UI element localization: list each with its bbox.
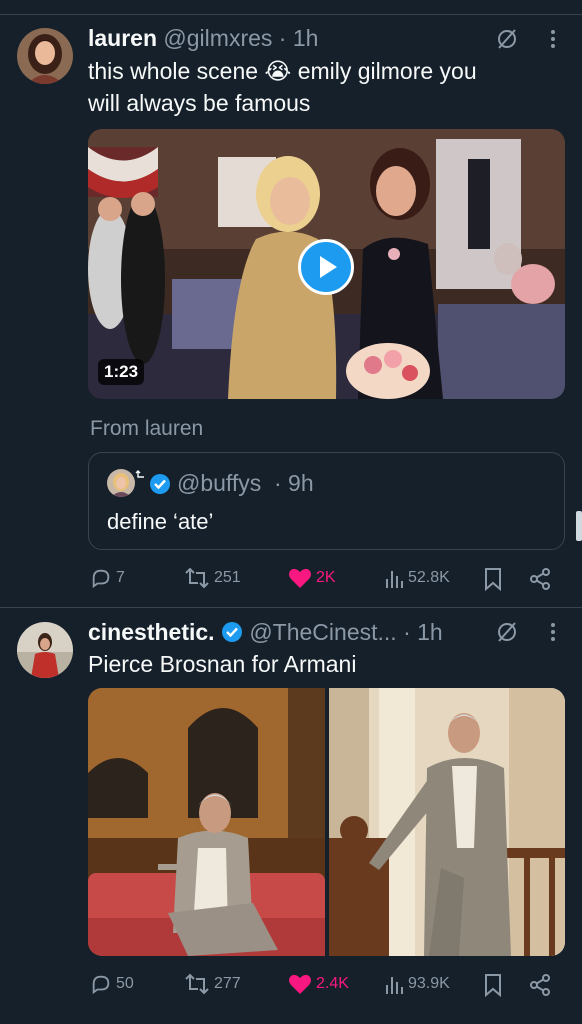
tweet-text-line2: will always be famous: [88, 90, 311, 116]
repost-badge-icon: [135, 465, 145, 483]
image-1[interactable]: [88, 688, 325, 956]
scrollbar-thumb[interactable]: [576, 511, 582, 541]
action-bar: 7 251 2K 52.8K: [88, 567, 558, 592]
avatar[interactable]: [17, 28, 73, 84]
author-name[interactable]: lauren: [88, 25, 157, 51]
reply-count: 7: [116, 569, 125, 586]
verified-icon: [149, 473, 171, 500]
tweet-text-line1: this whole scene 😭 emily gilmore you: [88, 58, 477, 84]
grok-icon[interactable]: [495, 620, 519, 649]
author-handle[interactable]: @TheCinest...: [249, 619, 396, 645]
share-icon[interactable]: [528, 567, 552, 596]
avatar[interactable]: [17, 622, 73, 678]
views-icon: [386, 571, 403, 588]
retweet-button[interactable]: 277: [184, 973, 241, 995]
author-name[interactable]: cinesthetic.: [88, 619, 215, 645]
retweet-icon: [185, 973, 209, 995]
verified-icon: [221, 621, 243, 649]
tweet-text: this whole scene 😭 emily gilmore you wil…: [88, 55, 477, 119]
share-icon[interactable]: [528, 973, 552, 1002]
like-button[interactable]: 2K: [288, 567, 336, 589]
heart-icon: [289, 568, 311, 588]
author-handle[interactable]: @gilmxres: [163, 25, 272, 51]
bookmark-icon[interactable]: [483, 973, 503, 1002]
action-bar: 50 277 2.4K 93.9K: [88, 973, 558, 998]
like-count: 2.4K: [316, 975, 349, 992]
tweet-header: lauren @gilmxres · 1h: [88, 25, 318, 52]
video-player[interactable]: 1:23: [88, 129, 565, 399]
quote-time[interactable]: · 9h: [274, 470, 314, 497]
tweet-lauren[interactable]: lauren @gilmxres · 1h this whole scene 😭…: [0, 15, 582, 607]
views-icon: [386, 977, 403, 994]
play-icon[interactable]: [298, 239, 354, 295]
tweet-header: cinesthetic. @TheCinest... · 1h: [88, 619, 443, 649]
reply-button[interactable]: 50: [90, 973, 134, 995]
tweet-text: Pierce Brosnan for Armani: [88, 651, 357, 677]
image-2[interactable]: [329, 688, 565, 956]
reply-icon: [92, 975, 110, 995]
retweet-count: 277: [214, 975, 241, 992]
reply-count: 50: [116, 975, 134, 992]
quote-text: define ‘ate’: [107, 509, 214, 534]
from-label[interactable]: From lauren: [90, 417, 203, 441]
heart-icon: [289, 974, 311, 994]
like-count: 2K: [316, 569, 336, 586]
like-button[interactable]: 2.4K: [288, 973, 349, 995]
views-count: 52.8K: [408, 569, 450, 586]
views-button[interactable]: 52.8K: [384, 567, 450, 589]
reply-icon: [92, 569, 110, 589]
quote-avatar: [107, 469, 135, 497]
video-duration: 1:23: [98, 359, 145, 385]
more-icon[interactable]: [545, 620, 561, 649]
timestamp[interactable]: · 1h: [403, 619, 443, 645]
views-count: 93.9K: [408, 975, 450, 992]
retweet-count: 251: [214, 569, 241, 586]
tweet-cinesthetic[interactable]: cinesthetic. @TheCinest... · 1h Pierce B…: [0, 608, 582, 1024]
bookmark-icon[interactable]: [483, 567, 503, 596]
retweet-button[interactable]: 251: [184, 567, 241, 589]
views-button[interactable]: 93.9K: [384, 973, 450, 995]
quote-handle[interactable]: @buffys: [177, 470, 261, 497]
retweet-icon: [185, 567, 209, 589]
timestamp[interactable]: · 1h: [279, 25, 319, 51]
reply-button[interactable]: 7: [90, 567, 125, 589]
more-icon[interactable]: [545, 27, 561, 56]
quote-tweet[interactable]: @buffys · 9h define ‘ate’: [88, 452, 565, 550]
grok-icon[interactable]: [495, 27, 519, 56]
